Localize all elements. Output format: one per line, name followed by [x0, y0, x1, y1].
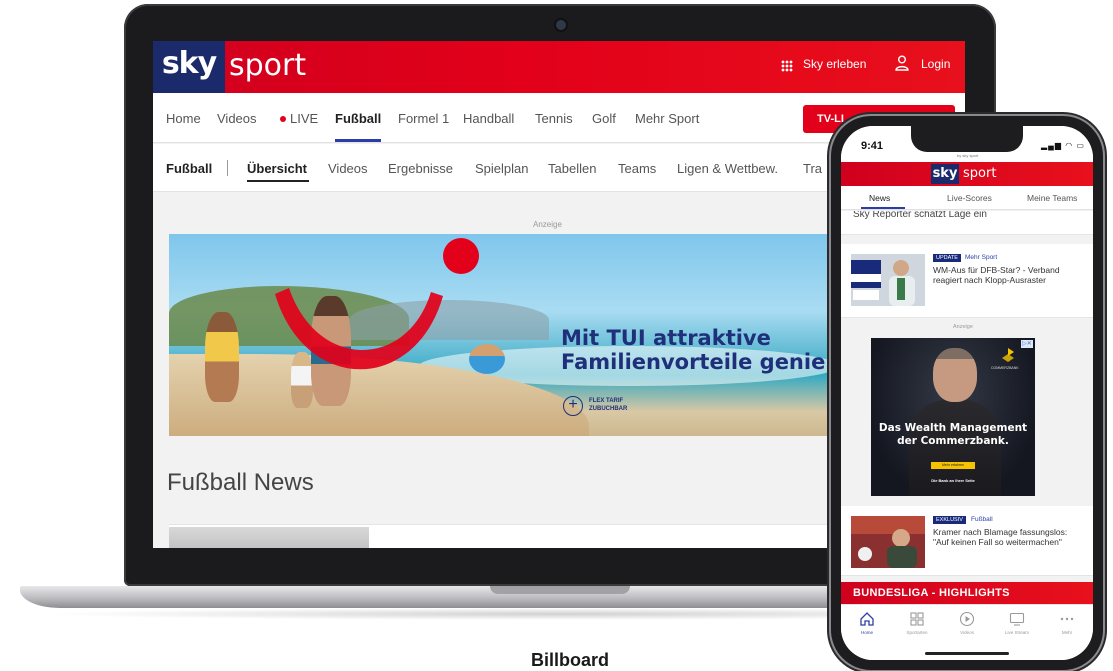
bottom-nav-mehr-label: Mehr — [1061, 630, 1073, 635]
list-item[interactable]: EXKLUSIV Fußball Kramer nach Blamage fas… — [841, 506, 1093, 576]
phone-tabs: News Live-Scores Meine Teams — [841, 186, 1093, 210]
laptop-hinge-notch — [490, 586, 630, 594]
ad-slogan: Die Bank an Ihrer Seite — [931, 478, 975, 483]
by-sky-sport-text: by sky sport — [957, 153, 979, 158]
ad-choices-icon[interactable]: ▷✕ — [1021, 340, 1033, 348]
phone-sport-logo-text[interactable]: sport — [963, 164, 996, 184]
live-dot-icon — [280, 116, 286, 122]
home-icon — [860, 612, 874, 626]
sub-nav-item-tra[interactable]: Tra — [803, 161, 822, 176]
home-indicator — [925, 652, 1009, 655]
sub-nav-item-ligen[interactable]: Ligen & Wettbew. — [677, 161, 778, 176]
article-category[interactable]: Fußball — [971, 516, 993, 523]
ad-person-face — [933, 348, 977, 402]
tui-dot-logo — [443, 238, 479, 274]
beach-person-woman — [205, 312, 239, 402]
sub-nav-item-teams[interactable]: Teams — [618, 161, 656, 176]
commerzbank-brand-text: COMMERZBANK — [991, 366, 1019, 370]
nav-item-tennis[interactable]: Tennis — [535, 111, 573, 126]
article-thumbnail — [851, 254, 925, 306]
laptop-camera — [556, 20, 566, 30]
nav-item-formel1[interactable]: Formel 1 — [398, 111, 449, 126]
tui-billboard-ad[interactable]: Mit TUI attraktive Familienvorteile geni… — [169, 234, 849, 436]
sub-nav-item-uebersicht[interactable]: Übersicht — [247, 161, 307, 176]
sky-logo[interactable]: sky — [153, 41, 225, 93]
nav-item-handball[interactable]: Handball — [463, 111, 514, 126]
article-headline[interactable]: Kramer nach Blamage fassungslos: "Auf ke… — [933, 527, 1085, 547]
list-item-cut[interactable]: Sky Reporter schätzt Lage ein — [841, 211, 1093, 235]
tab-news[interactable]: News — [869, 193, 890, 203]
exklusiv-badge: EXKLUSIV — [933, 516, 966, 524]
article-thumbnail — [851, 516, 925, 568]
tv-icon — [1009, 612, 1025, 626]
grid-icon — [910, 612, 924, 626]
news-section-heading: Fußball News — [167, 469, 314, 496]
commerzbank-ad[interactable]: ▷✕ COMMERZBANK Das Wealth Management der… — [871, 338, 1035, 496]
bundesliga-highlights-banner[interactable]: BUNDESLIGA - HIGHLIGHTS — [841, 582, 1093, 604]
caption-billboard: Billboard — [530, 650, 609, 670]
tab-meine-teams[interactable]: Meine Teams — [1027, 193, 1077, 203]
sub-nav-item-tabellen[interactable]: Tabellen — [548, 161, 596, 176]
nav-item-fussball[interactable]: Fußball — [335, 111, 381, 126]
sub-nav-section-label[interactable]: Fußball — [166, 161, 212, 176]
sub-nav-item-ergebnisse[interactable]: Ergebnisse — [388, 161, 453, 176]
grid-icon[interactable] — [781, 60, 793, 72]
sky-erleben-link[interactable]: Sky erleben — [803, 57, 866, 71]
commerzbank-logo-icon — [1002, 348, 1014, 362]
nav-item-videos[interactable]: Videos — [217, 111, 257, 126]
bottom-nav-live-stream-label: Live Stream — [1004, 630, 1029, 635]
nav-item-live-label: LIVE — [290, 111, 319, 126]
status-time: 9:41 — [861, 140, 884, 152]
login-link[interactable]: Login — [921, 57, 950, 71]
plus-icon: + — [563, 396, 583, 416]
nav-item-mehr-sport[interactable]: Mehr Sport — [635, 111, 699, 126]
phone-screen: 9:41 ▂▄▆ ◠ ▭ by sky sport sky sport News… — [841, 126, 1093, 660]
news-card[interactable] — [169, 524, 849, 548]
bottom-nav-sportarten-label: Sportarten — [906, 630, 928, 635]
bottom-nav-home-label: Home — [860, 630, 873, 635]
banner-headline-line1: Mit TUI attraktive — [561, 326, 771, 350]
article-category[interactable]: Mehr Sport — [965, 254, 997, 261]
phone-sky-logo[interactable]: sky — [931, 164, 959, 184]
nav-item-home[interactable]: Home — [166, 111, 201, 126]
active-sub-nav-indicator — [247, 180, 309, 182]
list-item[interactable]: UPDATE Mehr Sport WM-Aus für DFB-Star? -… — [841, 244, 1093, 318]
bottom-nav-videos[interactable]: Videos — [945, 611, 989, 635]
ad-title: Das Wealth Management der Commerzbank. — [878, 422, 1028, 447]
sport-logo-text[interactable]: sport — [229, 43, 306, 89]
user-icon[interactable] — [895, 55, 909, 71]
bottom-nav-videos-label: Videos — [960, 630, 974, 635]
flex-tarif-text: FLEX TARIF ZUBUCHBAR — [589, 398, 628, 412]
play-icon — [959, 611, 975, 627]
site-header: sky sport Sky erleben Login — [153, 41, 965, 93]
bottom-nav-live-stream[interactable]: Live Stream — [995, 611, 1039, 635]
news-card-image — [169, 527, 369, 548]
signal-battery-icon: ▂▄▆ ◠ ▭ — [1041, 141, 1085, 150]
ad-label: Anzeige — [533, 220, 562, 229]
article-headline[interactable]: WM-Aus für DFB-Star? - Verband reagiert … — [933, 265, 1085, 285]
phone-notch — [911, 126, 1023, 152]
more-icon — [1060, 617, 1074, 621]
bottom-nav-home[interactable]: Home — [845, 611, 889, 635]
ad-label: Anzeige — [953, 324, 973, 330]
bottom-nav-sportarten[interactable]: Sportarten — [895, 611, 939, 635]
sub-nav-item-spielplan[interactable]: Spielplan — [475, 161, 529, 176]
active-tab-indicator — [861, 207, 905, 209]
active-nav-indicator — [335, 139, 381, 142]
nav-item-live[interactable]: LIVE — [280, 111, 318, 126]
sub-nav-item-videos[interactable]: Videos — [328, 161, 368, 176]
beach-person-swimmer — [469, 344, 505, 374]
tui-smile-logo — [275, 288, 443, 370]
banner-headline: Mit TUI attraktive Familienvorteile geni… — [561, 326, 825, 374]
ad-cta-button[interactable]: Mehr erfahren — [931, 462, 975, 469]
cut-article-title: Sky Reporter schätzt Lage ein — [853, 211, 987, 220]
nav-item-golf[interactable]: Golf — [592, 111, 616, 126]
tab-live-scores[interactable]: Live-Scores — [947, 193, 992, 203]
bottom-nav-mehr[interactable]: Mehr — [1045, 611, 1089, 635]
banner-headline-line2: Familienvorteile genie — [561, 350, 826, 374]
update-badge: UPDATE — [933, 254, 961, 262]
sub-nav-divider — [227, 160, 228, 176]
